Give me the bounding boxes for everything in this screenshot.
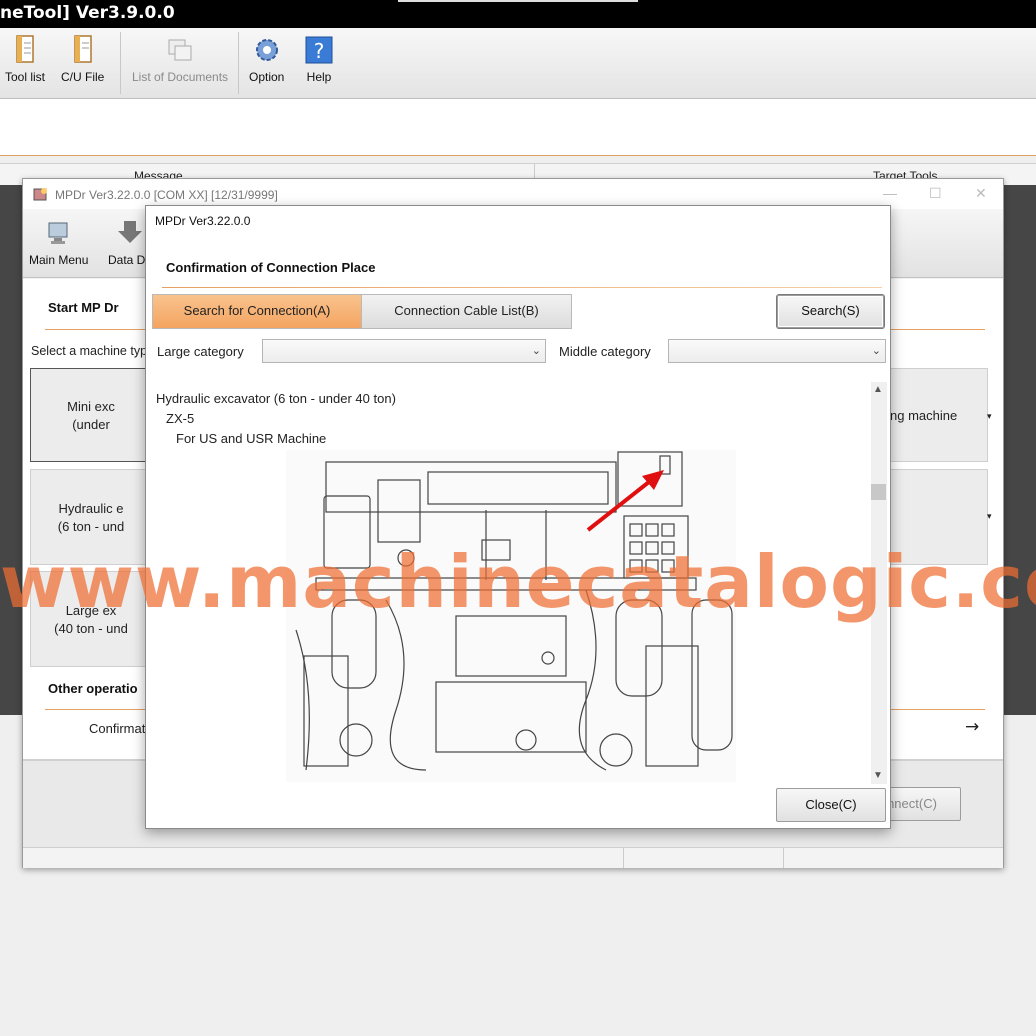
toolbar-separator — [238, 32, 239, 94]
location-arrow-icon — [586, 470, 664, 532]
connection-place-dialog: MPDr Ver3.22.0.0 Confirmation of Connect… — [145, 205, 891, 829]
gear-icon — [253, 34, 281, 66]
tab-search-for-connection[interactable]: Search for Connection(A) — [152, 294, 362, 329]
tree-node-category[interactable]: Hydraulic excavator (6 ton - under 40 to… — [156, 391, 396, 406]
scroll-down-icon[interactable]: ▼ — [873, 770, 883, 781]
computer-icon — [45, 217, 73, 249]
large-category-select[interactable]: ⌄ — [262, 339, 546, 363]
dialog-title: MPDr Ver3.22.0.0 — [155, 214, 251, 228]
mpdr-title: MPDr Ver3.22.0.0 [COM XX] [12/31/9999] — [55, 188, 278, 202]
dropdown-icon[interactable]: ▾ — [987, 511, 992, 522]
app-icon — [33, 186, 49, 201]
file-icon — [69, 34, 97, 66]
status-divider — [623, 848, 624, 868]
app-title: neTool] Ver3.9.0.0 — [0, 3, 175, 23]
card-line: Mini exc — [67, 399, 115, 414]
tree-node-variant[interactable]: For US and USR Machine — [176, 431, 326, 446]
help-label: Help — [306, 70, 332, 84]
card-line: (6 ton - und — [57, 519, 125, 534]
dialog-heading: Confirmation of Connection Place — [166, 260, 376, 275]
option-label: Option — [249, 70, 285, 84]
close-icon[interactable]: ✕ — [975, 185, 987, 202]
start-mp-dr-title: Start MP Dr — [48, 300, 119, 315]
mpdr-status-bar — [23, 847, 1003, 868]
machine-card-hydraulic[interactable]: Hydraulic e (6 ton - und — [30, 469, 152, 565]
card-line: ng machine — [890, 408, 958, 423]
maximize-icon[interactable]: ☐ — [929, 185, 942, 202]
message-area — [0, 99, 1036, 156]
connection-location-diagram — [286, 450, 736, 782]
documents-icon — [166, 34, 194, 66]
machine-card-mini[interactable]: Mini exc (under — [30, 368, 152, 462]
status-divider — [783, 848, 784, 868]
dropdown-icon[interactable]: ▾ — [987, 411, 992, 422]
search-button[interactable]: Search(S) — [777, 295, 884, 328]
scrollbar-thumb[interactable] — [871, 484, 886, 500]
card-line: (40 ton - und — [54, 621, 128, 636]
title-bar-field — [398, 0, 638, 2]
tool-list-label: Tool list — [5, 70, 46, 84]
machine-card-right[interactable]: ng machine — [889, 368, 988, 462]
tab-connection-cable-list[interactable]: Connection Cable List(B) — [361, 294, 572, 329]
help-button[interactable]: ? Help — [305, 34, 333, 84]
minimize-icon[interactable]: — — [883, 185, 897, 201]
download-icon — [116, 217, 144, 249]
card-line: (under — [72, 417, 110, 432]
machine-card-large[interactable]: Large ex (40 ton - und — [30, 571, 152, 667]
main-menu-button[interactable]: Main Menu — [29, 217, 88, 267]
app-title-bar: neTool] Ver3.9.0.0 — [0, 0, 1036, 28]
middle-category-select[interactable]: ⌄ — [668, 339, 886, 363]
machine-card-right-2[interactable] — [889, 469, 988, 565]
list-of-documents-label: List of Documents — [132, 70, 229, 84]
middle-category-label: Middle category — [559, 344, 651, 359]
tool-list-button[interactable]: Tool list — [5, 34, 45, 84]
main-menu-label: Main Menu — [29, 253, 89, 267]
scroll-up-icon[interactable]: ▲ — [873, 384, 883, 395]
document-icon — [11, 34, 39, 66]
card-line: Large ex — [65, 603, 117, 618]
cu-file-label: C/U File — [61, 70, 105, 84]
heading-divider — [162, 287, 882, 288]
confirmation-item[interactable]: Confirmat — [89, 721, 145, 736]
main-toolbar: Tool list C/U File List of Documents Opt… — [0, 28, 1036, 99]
arrow-right-icon[interactable]: → — [965, 717, 979, 737]
tree-node-model[interactable]: ZX-5 — [166, 411, 194, 426]
card-line: Hydraulic e — [58, 501, 124, 516]
select-machine-label: Select a machine typ — [31, 344, 148, 358]
svg-text:?: ? — [314, 39, 325, 63]
connection-tree: Hydraulic excavator (6 ton - under 40 to… — [146, 382, 871, 784]
cu-file-button[interactable]: C/U File — [61, 34, 104, 84]
list-of-documents-button[interactable]: List of Documents — [132, 34, 228, 84]
other-operation-title: Other operatio — [48, 681, 138, 696]
toolbar-separator — [120, 32, 121, 94]
tree-scrollbar[interactable]: ▲ ▼ — [871, 382, 887, 784]
option-button[interactable]: Option — [249, 34, 284, 84]
chevron-down-icon: ⌄ — [531, 345, 541, 357]
help-icon: ? — [305, 34, 333, 66]
chevron-down-icon: ⌄ — [871, 345, 881, 357]
close-button[interactable]: Close(C) — [776, 788, 886, 822]
large-category-label: Large category — [157, 344, 244, 359]
